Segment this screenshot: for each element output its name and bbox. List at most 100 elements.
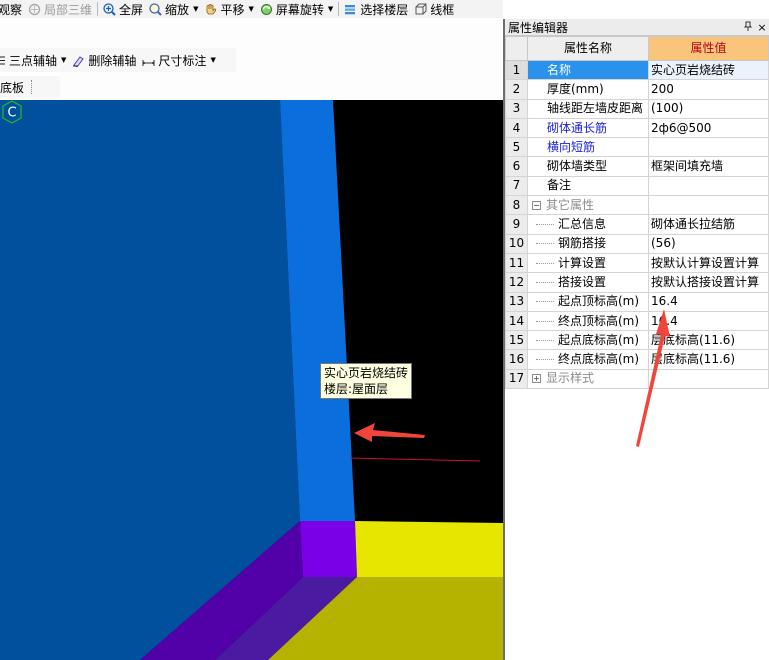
property-name: 砌体墙类型: [527, 156, 649, 177]
property-value[interactable]: 框架间填充墙: [648, 156, 769, 177]
property-name-label: 计算设置: [558, 255, 607, 270]
3d-scene: [0, 100, 503, 660]
property-name-label: 终点底标高(m): [558, 352, 640, 367]
dimension-label: 尺寸标注: [158, 53, 207, 68]
property-row[interactable]: 9 汇总信息 砌体通长拉结筋: [505, 214, 769, 235]
row-number: 5: [505, 137, 528, 158]
row-number: 8: [505, 195, 528, 216]
toolbar-blank-area: [236, 48, 503, 72]
eraser-icon: [72, 54, 85, 68]
snap-point-letter: C: [7, 106, 16, 121]
toolbar-grip-handle[interactable]: [31, 80, 34, 94]
column-header-value[interactable]: 属性值: [648, 36, 769, 61]
property-group-label: 显示样式: [546, 371, 595, 386]
property-value[interactable]: [648, 195, 769, 216]
fullscreen-button[interactable]: 全屏: [100, 0, 146, 18]
close-icon[interactable]: ×: [755, 21, 769, 34]
property-value[interactable]: (100): [648, 98, 769, 119]
three-point-axis-icon: [0, 54, 6, 67]
corner-block-front[interactable]: [300, 521, 357, 577]
delete-axis-button[interactable]: 删除辅轴: [69, 48, 139, 72]
dimension-button[interactable]: 尺寸标注 ▼: [139, 48, 218, 72]
property-value[interactable]: (56): [648, 233, 769, 254]
property-name: − 其它属性: [527, 195, 649, 216]
property-value[interactable]: 2ф6@500: [648, 117, 769, 139]
row-number: 4: [505, 117, 528, 139]
row-number: 12: [505, 272, 528, 293]
property-value[interactable]: [648, 137, 769, 158]
fullscreen-icon: [103, 2, 116, 16]
property-name: 轴线距左墙皮距离: [527, 98, 649, 119]
row-number: 10: [505, 233, 528, 254]
red-arrow-annotation-panel: [636, 309, 670, 447]
property-row[interactable]: 2 厚度(mm) 200: [505, 79, 769, 100]
property-name: 起点顶标高(m): [527, 291, 649, 312]
header-corner: [505, 36, 528, 61]
wireframe-button[interactable]: 线框: [411, 0, 457, 18]
toolbar-separator: [97, 2, 99, 16]
dimension-dropdown-icon[interactable]: ▼: [210, 56, 215, 64]
pan-button[interactable]: 平移 ▼: [201, 0, 256, 18]
property-row[interactable]: 10 钢筋搭接 (56): [505, 233, 769, 254]
property-row[interactable]: 4 砌体通长筋 2ф6@500: [505, 117, 769, 139]
pan-label: 平移: [220, 2, 245, 17]
property-name-label: 起点底标高(m): [558, 332, 640, 347]
zoom-button[interactable]: 缩放 ▼: [146, 0, 201, 18]
screen-rotate-dropdown-icon[interactable]: ▼: [328, 5, 333, 13]
expand-icon[interactable]: +: [532, 374, 541, 384]
property-value[interactable]: [648, 175, 769, 197]
property-row[interactable]: 12 搭接设置 按默认搭接设置计算: [505, 272, 769, 293]
slab-bottom-button[interactable]: 底板: [0, 76, 27, 98]
snap-point-marker[interactable]: C: [0, 100, 24, 124]
local-3d-button[interactable]: 局部三维: [25, 0, 95, 18]
property-editor-panel: 属性编辑器 × 属性名称 属性值 1 名称 实心页岩烧结砖 2 厚度(mm) 200 3 轴线…: [503, 19, 769, 660]
three-point-axis-button[interactable]: 三点辅轴 ▼: [0, 48, 69, 72]
observe-button[interactable]: 观察: [0, 0, 25, 18]
property-value[interactable]: 200: [648, 79, 769, 100]
slab-top-yellow[interactable]: [355, 521, 503, 577]
property-name-label: 搭接设置: [558, 274, 607, 289]
slab-bottom-label: 底板: [0, 80, 25, 95]
property-value[interactable]: 实心页岩烧结砖: [648, 59, 769, 81]
property-name: 备注: [527, 175, 649, 197]
property-name: + 显示样式: [527, 368, 649, 390]
screen-rotate-button[interactable]: 屏幕旋转 ▼: [257, 0, 336, 18]
property-name: 搭接设置: [527, 272, 649, 293]
wireframe-cube-icon: [414, 3, 427, 16]
property-value[interactable]: 砌体通长拉结筋: [648, 214, 769, 235]
fullscreen-label: 全屏: [119, 2, 144, 17]
wireframe-label: 线框: [430, 2, 455, 17]
property-name: 终点底标高(m): [527, 349, 649, 370]
property-name-label: 起点顶标高(m): [558, 294, 640, 309]
property-name: 厚度(mm): [527, 79, 649, 100]
property-value[interactable]: 按默认搭接设置计算: [648, 272, 769, 293]
property-row[interactable]: 7 备注: [505, 175, 769, 197]
axis-toolbar: 三点辅轴 ▼ 删除辅轴 尺寸标注 ▼: [0, 48, 236, 72]
property-row[interactable]: 6 砌体墙类型 框架间填充墙: [505, 156, 769, 177]
pan-dropdown-icon[interactable]: ▼: [248, 5, 253, 13]
pin-icon[interactable]: [741, 21, 755, 34]
tree-connector: [536, 243, 554, 245]
screen-rotate-label: 屏幕旋转: [275, 2, 324, 17]
3d-viewport[interactable]: 实心页岩烧结砖 楼层:屋面层 C: [0, 100, 503, 660]
local-3d-icon: [28, 3, 41, 16]
zoom-icon: [149, 2, 162, 16]
zoom-dropdown-icon[interactable]: ▼: [193, 5, 198, 13]
tooltip-floor: 楼层:屋面层: [324, 382, 389, 396]
tree-connector: [536, 224, 554, 226]
column-header-name[interactable]: 属性名称: [527, 36, 649, 61]
property-row[interactable]: 11 计算设置 按默认计算设置计算: [505, 252, 769, 274]
collapse-icon[interactable]: −: [532, 200, 541, 210]
select-floor-button[interactable]: 选择楼层: [341, 0, 411, 18]
property-row[interactable]: 8− 其它属性: [505, 195, 769, 216]
property-row[interactable]: 3 轴线距左墙皮距离 (100): [505, 98, 769, 119]
property-row[interactable]: 1 名称 实心页岩烧结砖: [505, 59, 769, 81]
delete-axis-label: 删除辅轴: [88, 53, 137, 68]
property-value[interactable]: 按默认计算设置计算: [648, 252, 769, 274]
zoom-label: 缩放: [165, 2, 190, 17]
dimension-icon: [142, 54, 155, 67]
tree-connector: [536, 320, 554, 322]
three-point-axis-dropdown-icon[interactable]: ▼: [61, 56, 66, 64]
property-row[interactable]: 5 横向短筋: [505, 137, 769, 158]
row-number: 1: [505, 59, 528, 81]
